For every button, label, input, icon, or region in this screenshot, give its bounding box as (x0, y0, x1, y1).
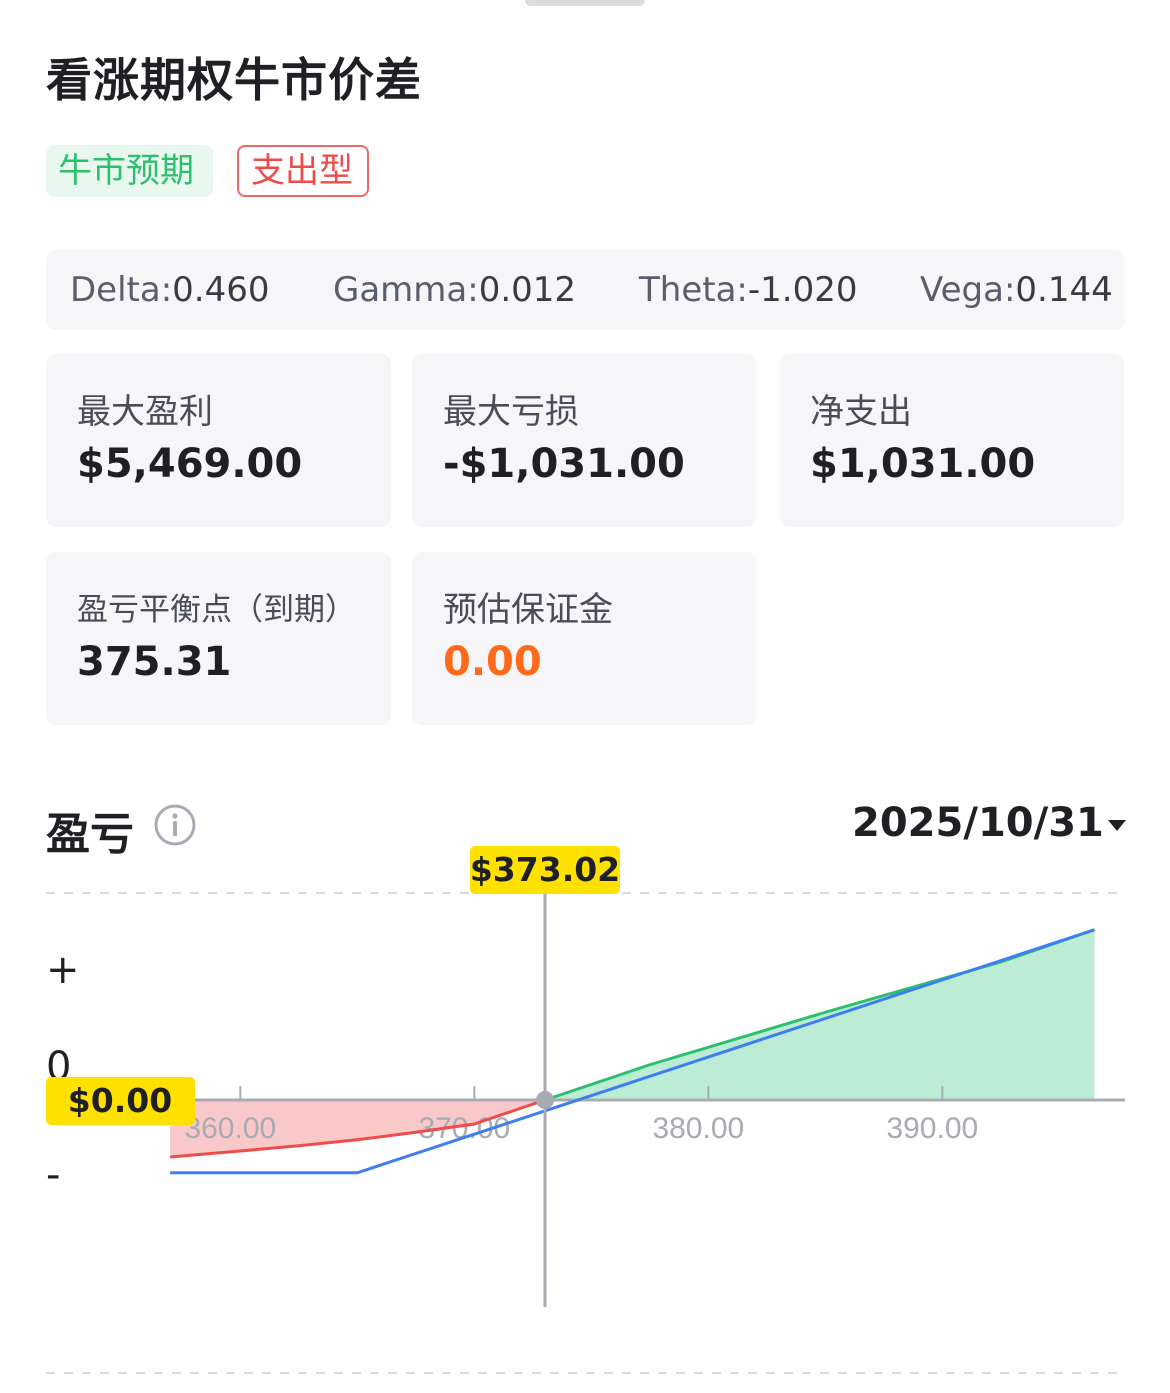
net-cost-label: 净支出 (810, 392, 912, 432)
greek-vega-value: 0.144 (1015, 270, 1113, 310)
zero-value-label: $0.00 (68, 1081, 172, 1120)
tag-debit: 支出型 (237, 145, 369, 197)
breakeven-label: 盈亏平衡点（到期） (77, 592, 356, 628)
greek-delta-value: 0.460 (172, 270, 270, 310)
drag-handle[interactable] (525, 0, 645, 6)
margin-value: 0.00 (443, 639, 542, 685)
breakeven-value: 375.31 (77, 639, 232, 685)
max-profit-label: 最大盈利 (77, 392, 213, 432)
tag-bullish: 牛市预期 (46, 145, 213, 197)
caret-down-icon[interactable] (1106, 817, 1128, 833)
max-profit-value: $5,469.00 (77, 441, 303, 487)
crosshair-dot (536, 1091, 554, 1109)
max-loss-label: 最大亏损 (443, 392, 579, 432)
y-label-plus: + (46, 947, 80, 993)
greek-delta: Delta:0.460 (70, 270, 270, 310)
max-loss-value: -$1,031.00 (443, 441, 685, 487)
greeks-bar: Delta:0.460 Gamma:0.012 Theta:-1.020 Veg… (46, 250, 1125, 330)
margin-label: 预估保证金 (443, 590, 613, 630)
greek-gamma: Gamma:0.012 (333, 270, 576, 310)
x-tick-label: 360.00 (184, 1112, 276, 1145)
greek-theta-value: -1.020 (747, 270, 858, 310)
greek-delta-label: Delta: (70, 270, 173, 310)
page-title: 看涨期权牛市价差 (46, 53, 422, 107)
card-net-cost: 净支出 $1,031.00 (779, 354, 1124, 527)
greek-gamma-label: Gamma: (333, 270, 479, 310)
greek-vega: Vega:0.144 (920, 270, 1113, 310)
current-price-label: $373.02 (470, 850, 620, 889)
greek-vega-label: Vega: (920, 270, 1016, 310)
card-max-profit: 最大盈利 $5,469.00 (46, 354, 391, 527)
x-tick-label: 390.00 (886, 1112, 978, 1145)
net-cost-value: $1,031.00 (810, 441, 1036, 487)
greek-theta-label: Theta: (639, 270, 748, 310)
card-margin: 预估保证金 0.00 (412, 552, 757, 725)
card-max-loss: 最大亏损 -$1,031.00 (412, 354, 757, 527)
x-tick-label: 380.00 (652, 1112, 744, 1145)
pl-chart[interactable]: +0- 360.00 370.00 380.00 390.00 $373.02$0.0… (0, 840, 1170, 1393)
card-breakeven: 盈亏平衡点（到期） 375.31 (46, 552, 391, 725)
y-label-minus: - (46, 1152, 60, 1198)
greek-gamma-value: 0.012 (478, 270, 577, 310)
greek-theta: Theta:-1.020 (639, 270, 857, 310)
chart-overlay: $373.02 $0.00 (46, 846, 620, 1307)
